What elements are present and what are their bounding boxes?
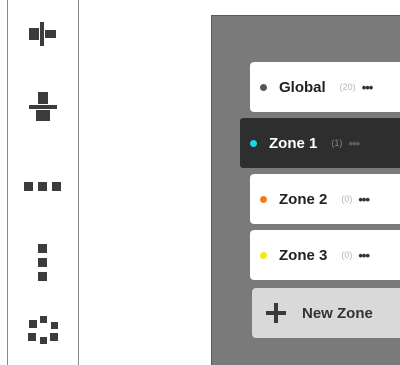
align-horizontal-centers-button[interactable] <box>8 8 78 60</box>
zone-name: Zone 3 <box>279 246 328 264</box>
alignment-toolbar <box>7 0 79 365</box>
zone-more-icon[interactable]: ••• <box>362 80 374 95</box>
zone-item-zone-1[interactable]: Zone 1 (1) ••• <box>240 118 400 168</box>
zone-item-zone-2[interactable]: Zone 2 (0) ••• <box>250 174 400 224</box>
zone-more-icon[interactable]: ••• <box>358 248 370 263</box>
scatter-grid-icon <box>28 316 58 344</box>
zone-item-global[interactable]: Global (20) ••• <box>250 62 400 112</box>
new-zone-label: New Zone <box>302 304 373 322</box>
align-vertical-centers-icon <box>29 92 57 121</box>
distribute-horizontal-icon <box>24 182 61 191</box>
align-horizontal-centers-icon <box>29 22 56 46</box>
zone-color-dot <box>260 251 267 259</box>
zone-count: (0) <box>341 250 353 260</box>
scatter-grid-button[interactable] <box>8 305 78 357</box>
zone-count: (1) <box>331 138 343 148</box>
distribute-vertical-icon <box>38 244 47 281</box>
zone-more-icon[interactable]: ••• <box>358 192 370 207</box>
zone-color-dot <box>260 83 267 91</box>
zone-count: (0) <box>341 194 353 204</box>
zone-color-dot <box>260 195 267 203</box>
zone-more-icon[interactable]: ••• <box>348 136 360 151</box>
zone-name: Zone 1 <box>269 134 318 152</box>
zone-name: Zone 2 <box>279 190 328 208</box>
new-zone-button[interactable]: New Zone <box>252 288 400 338</box>
distribute-vertical-button[interactable] <box>8 237 78 289</box>
zone-item-zone-3[interactable]: Zone 3 (0) ••• <box>250 230 400 280</box>
zone-name: Global <box>279 78 326 96</box>
zone-color-dot <box>250 139 257 147</box>
app-stage: Global (20) ••• Zone 1 (1) ••• Zone 2 (0… <box>0 0 400 365</box>
zone-count: (20) <box>339 82 356 92</box>
align-vertical-centers-button[interactable] <box>8 82 78 134</box>
distribute-horizontal-button[interactable] <box>8 160 78 212</box>
plus-icon <box>266 303 286 323</box>
